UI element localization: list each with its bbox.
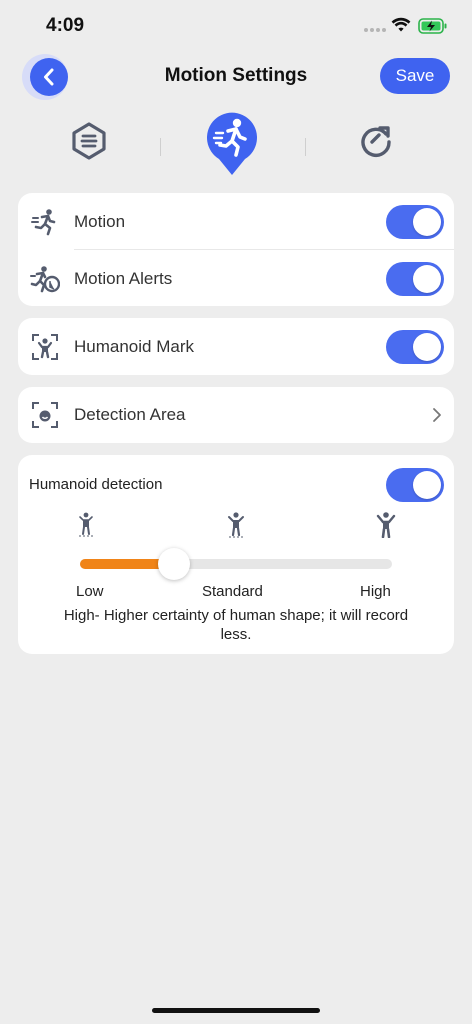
level-high-label: High [360,583,391,600]
wifi-icon [391,17,411,32]
humanoid-mark-card: Humanoid Mark [18,318,454,375]
nav-header: Motion Settings Save [0,52,472,102]
status-bar: 4:09 [0,0,472,50]
battery-charging-icon [418,18,447,34]
tab-divider [305,138,306,156]
detection-area-row[interactable]: Detection Area [18,387,454,443]
motion-label: Motion [74,211,126,231]
person-low-icon [79,512,93,537]
person-standard-icon [228,512,244,538]
level-low-label: Low [76,583,104,600]
tab-list-mode[interactable] [70,122,108,165]
humanoid-detection-card: Humanoid detection Low Standard High Hig… [18,455,454,654]
status-time: 4:09 [46,15,85,36]
motion-runner-icon [30,207,60,237]
humanoid-mark-row: Humanoid Mark [18,318,454,375]
motion-alert-icon [30,264,60,294]
person-high-icon [376,512,396,538]
detection-area-label: Detection Area [74,405,186,424]
cellular-signal-icon [364,28,386,32]
home-indicator [152,1008,320,1013]
face-frame-icon [30,400,60,430]
list-mode-icon [72,122,106,160]
mode-tabs [0,110,472,180]
sensitivity-slider[interactable] [80,548,392,580]
motion-alerts-toggle[interactable] [386,261,444,296]
motion-alerts-row: Motion Alerts [18,250,454,307]
motion-row: Motion [18,193,454,250]
tab-divider [160,138,161,156]
motion-alerts-label: Motion Alerts [74,268,173,288]
slider-thumb[interactable] [158,548,190,580]
detection-description: High- Higher certainty of human shape; i… [63,607,409,643]
humanoid-detection-title: Humanoid detection [29,476,163,493]
running-person-icon [207,112,257,175]
detection-area-card[interactable]: Detection Area [18,387,454,443]
refresh-arrow-icon [361,126,391,158]
chevron-right-icon[interactable] [432,407,442,423]
humanoid-mark-label: Humanoid Mark [74,336,194,356]
humanoid-mark-toggle[interactable] [386,329,444,364]
motion-toggle[interactable] [386,204,444,239]
tab-motion-mode[interactable] [205,111,259,182]
humanoid-detection-toggle[interactable] [386,468,444,502]
save-button[interactable]: Save [380,58,450,94]
tab-refresh-mode[interactable] [358,122,394,163]
motion-card: Motion Motion Alerts [18,193,454,306]
level-standard-label: Standard [202,583,263,600]
humanoid-frame-icon [30,332,60,362]
